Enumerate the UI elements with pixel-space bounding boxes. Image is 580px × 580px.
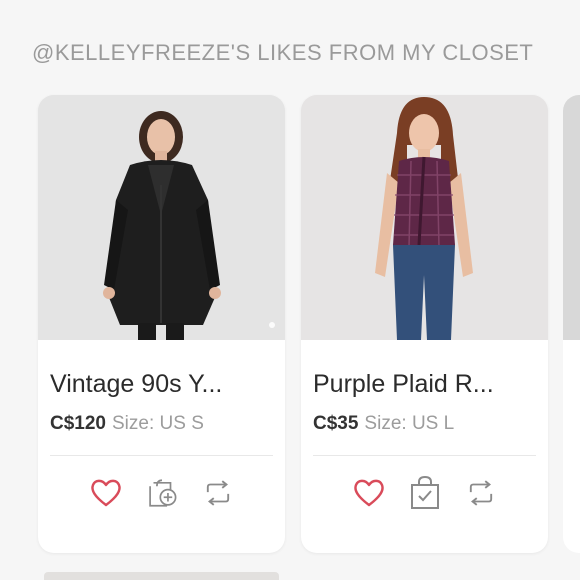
next-row-preview — [44, 572, 279, 580]
listing-size: Size: US L — [364, 413, 455, 434]
like-button[interactable] — [89, 476, 123, 510]
price-row: C$120 Size: US S — [50, 413, 273, 435]
closet-likes-page: @KELLEYFREEZE'S LIKES FROM MY CLOSET Vin… — [0, 0, 580, 580]
add-to-bundle-button[interactable] — [145, 476, 179, 510]
share-repost-icon — [206, 480, 229, 506]
share-repost-icon — [469, 480, 492, 506]
share-button[interactable] — [201, 476, 235, 510]
like-button[interactable] — [352, 476, 386, 510]
card-divider — [50, 455, 273, 456]
listing-info: Vintage 90s Y... C$120 Size: US S — [38, 370, 285, 435]
listing-title[interactable]: Vintage 90s Y... — [50, 370, 273, 399]
listing-card[interactable]: Purple Plaid R... C$35 Size: US L — [301, 95, 548, 553]
listing-title[interactable]: Purple Plaid R... — [313, 370, 536, 399]
listing-photo — [301, 95, 548, 340]
buy-bag-button[interactable] — [408, 476, 442, 510]
heart-icon — [353, 479, 384, 507]
listing-price: C$120 — [50, 413, 106, 434]
heart-icon — [90, 479, 121, 507]
listing-carousel[interactable]: Vintage 90s Y... C$120 Size: US S Purple… — [38, 95, 548, 553]
listing-image[interactable] — [301, 95, 548, 340]
listing-price: C$35 — [313, 413, 359, 434]
price-row: C$35 Size: US L — [313, 413, 536, 435]
listing-photo — [38, 95, 285, 340]
listing-size: Size: US S — [112, 413, 204, 434]
card-actions — [38, 476, 285, 510]
share-button[interactable] — [464, 476, 498, 510]
shopping-bag-check-icon — [410, 476, 439, 509]
listing-info: Purple Plaid R... C$35 Size: US L — [301, 370, 548, 435]
card-actions — [301, 476, 548, 510]
listing-card[interactable]: Vintage 90s Y... C$120 Size: US S — [38, 95, 285, 553]
carousel-dot-indicator — [269, 322, 275, 328]
listing-image — [563, 95, 580, 340]
add-to-bundle-icon — [148, 479, 176, 507]
card-divider — [313, 455, 536, 456]
listing-image[interactable] — [38, 95, 285, 340]
listing-card-peek[interactable] — [563, 95, 580, 553]
section-title: @KELLEYFREEZE'S LIKES FROM MY CLOSET — [32, 40, 534, 65]
